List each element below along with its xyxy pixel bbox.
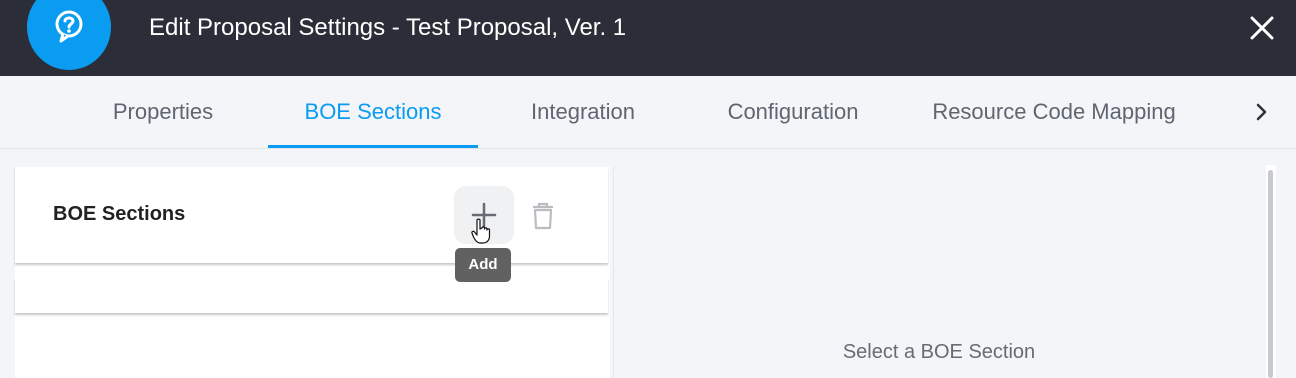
tab-boe-sections[interactable]: BOE Sections: [268, 76, 478, 148]
tabs-scroll-right-button[interactable]: [1249, 98, 1275, 126]
help-button[interactable]: [27, 0, 111, 70]
add-section-button[interactable]: [454, 186, 514, 244]
dialog-header: Edit Proposal Settings - Test Proposal, …: [0, 0, 1296, 76]
boe-section-detail-panel: Select a BOE Section: [613, 167, 1263, 378]
dialog-title: Edit Proposal Settings - Test Proposal, …: [149, 14, 627, 41]
close-button[interactable]: [1246, 12, 1278, 44]
trash-icon: [533, 202, 553, 230]
help-icon: [55, 10, 83, 43]
plus-icon: [471, 202, 497, 228]
detail-placeholder: Select a BOE Section: [842, 341, 1036, 363]
tab-configuration[interactable]: Configuration: [705, 76, 881, 148]
delete-section-button[interactable]: [530, 201, 556, 231]
chevron-right-icon: [1256, 103, 1267, 121]
close-icon: [1250, 16, 1274, 40]
add-tooltip: Add: [455, 248, 511, 282]
tab-resource-code-mapping[interactable]: Resource Code Mapping: [910, 76, 1198, 148]
settings-tabs: Properties BOE Sections Integration Conf…: [0, 76, 1296, 149]
boe-sections-header: BOE Sections: [15, 167, 608, 263]
tab-properties[interactable]: Properties: [92, 76, 234, 148]
tab-integration[interactable]: Integration: [510, 76, 656, 148]
list-item[interactable]: [15, 278, 608, 313]
boe-sections-title: BOE Sections: [53, 203, 186, 225]
scrollbar-thumb[interactable]: [1268, 170, 1273, 378]
boe-sections-panel: BOE Sections: [15, 167, 610, 378]
